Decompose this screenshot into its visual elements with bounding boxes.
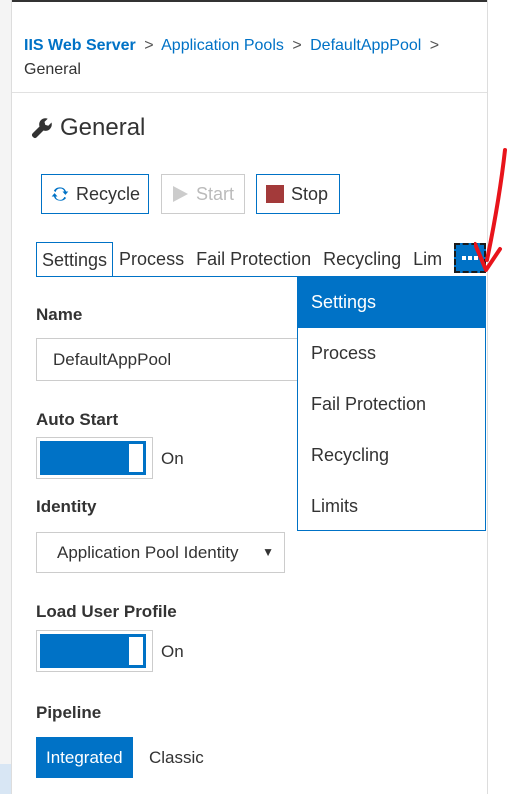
refresh-icon: [51, 187, 69, 201]
toggle-knob: [126, 634, 146, 668]
breadcrumb-divider: [12, 92, 487, 93]
load-user-profile-toggle[interactable]: [36, 630, 153, 672]
recycle-label: Recycle: [75, 183, 140, 204]
breadcrumb-separator: >: [292, 37, 302, 54]
identity-select[interactable]: Application Pool Identity ▼: [36, 532, 285, 573]
top-divider: [12, 0, 487, 2]
play-icon: [173, 186, 188, 202]
breadcrumb-application-pools-link[interactable]: Application Pools: [161, 37, 284, 54]
pipeline-label: Pipeline: [36, 703, 102, 722]
breadcrumb-root-link[interactable]: IIS Web Server: [24, 37, 136, 54]
recycle-button[interactable]: Recycle: [41, 174, 149, 214]
tab-process[interactable]: Process: [113, 242, 190, 276]
left-page-edge: [0, 0, 12, 794]
breadcrumb-separator: >: [429, 37, 440, 54]
menu-item-settings[interactable]: Settings: [298, 277, 485, 328]
auto-start-label: Auto Start: [36, 410, 119, 429]
breadcrumb-separator: >: [144, 37, 154, 54]
stop-label: Stop: [291, 183, 329, 204]
more-tabs-button[interactable]: [454, 243, 486, 273]
stop-button[interactable]: Stop: [256, 174, 340, 214]
toggle-fill: [40, 441, 126, 475]
breadcrumb: IIS Web Server > Application Pools > Def…: [24, 34, 474, 82]
identity-label: Identity: [36, 497, 97, 516]
menu-item-fail-protection[interactable]: Fail Protection: [298, 379, 485, 430]
name-input[interactable]: DefaultAppPool: [36, 338, 298, 381]
start-label: Start: [196, 183, 235, 204]
left-edge-tab: [0, 764, 11, 794]
pipeline-classic-option[interactable]: Classic: [139, 737, 214, 778]
auto-start-toggle[interactable]: [36, 437, 153, 479]
start-button[interactable]: Start: [161, 174, 245, 214]
auto-start-state: On: [161, 449, 184, 468]
load-user-profile-state: On: [161, 642, 184, 661]
page-title-text: General: [60, 114, 146, 141]
ellipsis-icon: [462, 256, 478, 260]
breadcrumb-defaultapppool-link[interactable]: DefaultAppPool: [310, 37, 421, 54]
page-title: General: [30, 114, 145, 142]
toggle-knob: [126, 441, 146, 475]
tab-limits[interactable]: Lim: [407, 242, 441, 276]
tab-recycling[interactable]: Recycling: [317, 242, 407, 276]
stop-icon: [266, 185, 284, 203]
tabs-overflow-menu: Settings Process Fail Protection Recycli…: [297, 276, 486, 531]
tab-fail-protection[interactable]: Fail Protection: [190, 242, 317, 276]
breadcrumb-current: General: [24, 61, 81, 78]
identity-value: Application Pool Identity: [57, 543, 239, 562]
menu-item-limits[interactable]: Limits: [298, 481, 485, 532]
tab-bar: Settings Process Fail Protection Recycli…: [36, 242, 441, 276]
tab-settings[interactable]: Settings: [36, 242, 114, 276]
wrench-icon: [31, 118, 52, 139]
name-label: Name: [36, 305, 83, 324]
dropdown-caret-icon: ▼: [262, 545, 274, 559]
menu-item-recycling[interactable]: Recycling: [298, 430, 485, 481]
toggle-fill: [40, 634, 126, 668]
pipeline-integrated-option[interactable]: Integrated: [36, 737, 133, 778]
load-user-profile-label: Load User Profile: [36, 602, 177, 621]
menu-item-process[interactable]: Process: [298, 328, 485, 379]
